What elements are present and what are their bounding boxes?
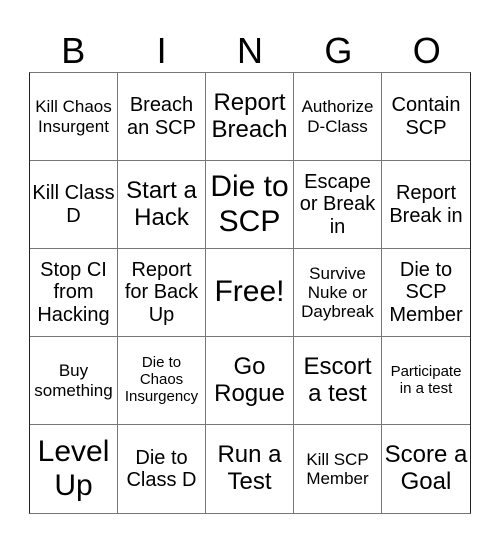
bingo-cell[interactable]: Report for Back Up [118,249,206,337]
bingo-header: B I N G O [29,30,471,72]
header-letter-o: O [412,30,441,71]
bingo-cell[interactable]: Die to Chaos Insurgency [118,337,206,425]
bingo-cell[interactable]: Escort a test [294,337,382,425]
bingo-cell[interactable]: Contain SCP [382,73,470,161]
bingo-cell[interactable]: Report Break in [382,161,470,249]
bingo-grid: Kill Chaos Insurgent Breach an SCP Repor… [29,72,471,514]
bingo-cell[interactable]: Report Breach [206,73,294,161]
bingo-cell[interactable]: Stop CI from Hacking [30,249,118,337]
bingo-cell[interactable]: Breach an SCP [118,73,206,161]
bingo-cell[interactable]: Die to SCP Member [382,249,470,337]
bingo-cell[interactable]: Kill SCP Member [294,425,382,513]
bingo-cell[interactable]: Level Up [30,425,118,513]
header-letter-b: B [61,30,86,71]
header-letter-g: G [324,30,353,71]
bingo-cell[interactable]: Start a Hack [118,161,206,249]
bingo-cell[interactable]: Participate in a test [382,337,470,425]
header-letter-i: I [156,30,167,71]
header-letter-n: N [236,30,263,71]
bingo-cell[interactable]: Buy something [30,337,118,425]
bingo-cell[interactable]: Escape or Break in [294,161,382,249]
bingo-cell[interactable]: Authorize D-Class [294,73,382,161]
bingo-cell[interactable]: Score a Goal [382,425,470,513]
free-space-cell[interactable]: Free! [206,249,294,337]
bingo-cell[interactable]: Die to SCP [206,161,294,249]
bingo-cell[interactable]: Kill Class D [30,161,118,249]
bingo-cell[interactable]: Die to Class D [118,425,206,513]
bingo-cell[interactable]: Kill Chaos Insurgent [30,73,118,161]
bingo-cell[interactable]: Go Rogue [206,337,294,425]
bingo-cell[interactable]: Run a Test [206,425,294,513]
bingo-cell[interactable]: Survive Nuke or Daybreak [294,249,382,337]
